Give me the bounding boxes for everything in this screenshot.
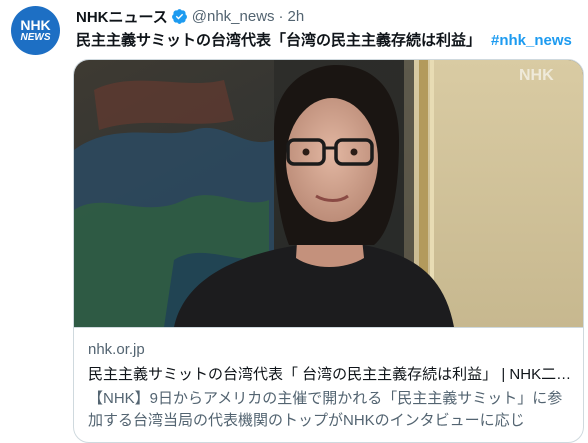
separator-dot: ·	[278, 7, 284, 25]
handle[interactable]: @nhk_news	[192, 8, 275, 25]
card-info[interactable]: nhk.or.jp 民主主義サミットの台湾代表「 台湾の民主主義存続は利益」 |…	[74, 327, 583, 442]
display-name[interactable]: NHKニュース	[76, 6, 168, 27]
card-title: 民主主義サミットの台湾代表「 台湾の民主主義存続は利益」 | NHK二…	[88, 366, 572, 383]
timestamp[interactable]: 2h	[288, 8, 305, 25]
link-card[interactable]: NHK nhk.or.jp 民主主義サミットの台湾代表「 台湾の民主主義存続は利…	[73, 59, 584, 443]
card-image[interactable]: NHK	[74, 60, 583, 327]
card-description: 【NHK】9日からアメリカの主催で開かれる「民主主義サミット」に参加する台湾当局…	[88, 390, 563, 429]
verified-badge-icon	[171, 8, 187, 24]
watermark-logo: NHK	[519, 67, 554, 84]
avatar-logo-text: NHK	[20, 17, 51, 33]
tweet-body: 民主主義サミットの台湾代表「台湾の民主主義存続は利益」	[76, 32, 482, 49]
card-domain: nhk.or.jp	[88, 341, 145, 358]
avatar[interactable]: NHK NEWS	[11, 6, 60, 55]
tweet-header: NHKニュース @nhk_news · 2h	[76, 6, 304, 26]
tweet-text: 民主主義サミットの台湾代表「台湾の民主主義存続は利益」 #nhk_news	[76, 29, 572, 50]
hashtag-link[interactable]: #nhk_news	[491, 32, 572, 49]
card-photo: NHK	[74, 60, 583, 327]
avatar-logo-subtext: NEWS	[20, 32, 51, 43]
